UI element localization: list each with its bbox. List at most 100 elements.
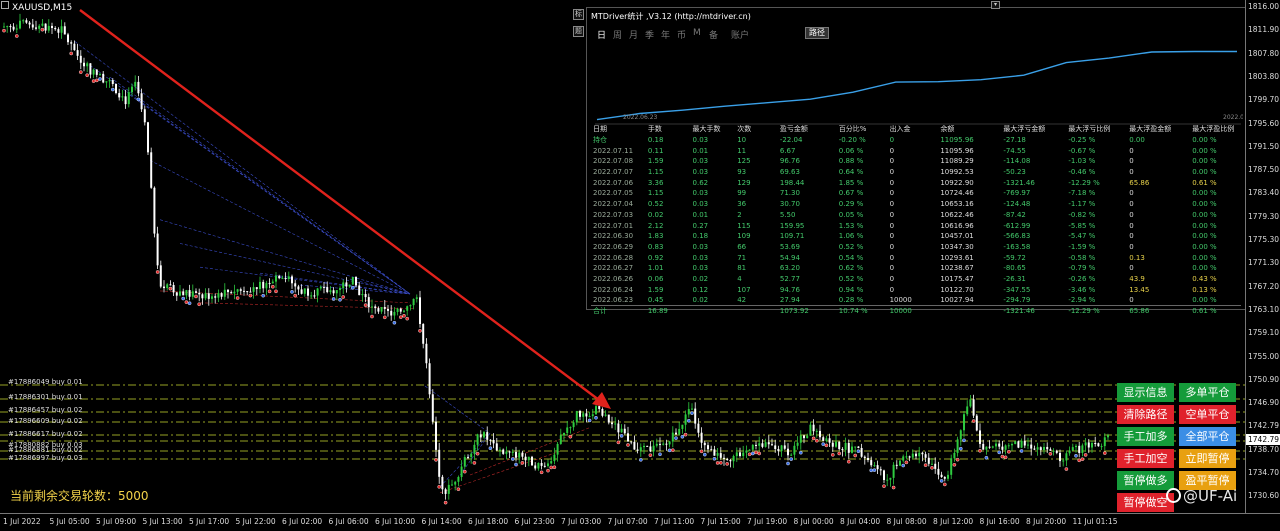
panel-tab[interactable]: 季 <box>645 28 654 41</box>
table-cell: -769.97 <box>1003 189 1031 198</box>
candle-body <box>169 284 172 286</box>
table-cell: 10293.61 <box>940 253 974 262</box>
control-button[interactable]: 手工加空 <box>1117 449 1174 468</box>
control-button[interactable]: 多单平仓 <box>1179 383 1236 402</box>
candle-body <box>83 62 85 67</box>
control-button[interactable]: 暂停做多 <box>1117 471 1174 490</box>
panel-tab[interactable]: 币 <box>677 28 686 41</box>
control-button[interactable]: 全部平仓 <box>1179 427 1236 446</box>
table-header: 最大浮亏金额 <box>1003 125 1046 134</box>
candle-body <box>924 454 927 458</box>
candle-body <box>431 394 434 422</box>
candle-body <box>291 276 293 284</box>
order-label: #17886997 buy 0.03 <box>8 454 83 462</box>
time-tick: 5 Jul 22:00 <box>235 517 276 526</box>
table-cell: 81 <box>737 264 747 273</box>
candle-body <box>406 306 409 311</box>
candle-body <box>259 281 261 290</box>
candle-body <box>617 423 620 433</box>
control-button[interactable]: 显示信息 <box>1117 383 1174 402</box>
candle-body <box>956 439 959 453</box>
candle-body <box>323 286 325 288</box>
trade-marker <box>939 479 944 483</box>
path-button[interactable]: 路径 <box>805 27 829 39</box>
candle-body <box>1071 447 1074 451</box>
trade-marker <box>462 469 467 474</box>
table-row: 2022.06.27 1.01 0.03 81 63.20 0.62 % 0 10238.67… <box>591 263 1241 274</box>
candle-body <box>649 446 652 452</box>
candle-body <box>275 275 277 282</box>
candle-body <box>995 443 997 447</box>
time-tick: 5 Jul 13:00 <box>142 517 183 526</box>
mtdriver-stats-panel[interactable]: MTDriver统计 ,V3.12 (http://mtdriver.cn) 日… <box>586 7 1246 317</box>
panel-tab[interactable]: 日 <box>597 28 606 41</box>
table-cell: 10622.46 <box>940 210 974 219</box>
price-tick: 1787.50 <box>1248 165 1280 175</box>
trade-marker <box>1103 451 1107 455</box>
trade-marker <box>267 289 272 294</box>
candle-body <box>265 283 268 289</box>
candle-body <box>217 293 220 298</box>
trade-marker <box>747 452 752 457</box>
candle-body <box>185 290 188 296</box>
candle-body <box>15 28 18 30</box>
panel-tab[interactable]: 月 <box>629 28 638 41</box>
candle-body <box>51 25 53 29</box>
table-cell: 1.15 <box>647 168 664 177</box>
table-cell: 71 <box>737 253 747 262</box>
panel-tab[interactable]: 账户 <box>731 28 749 41</box>
panel-tab[interactable]: 周 <box>613 28 622 41</box>
candle-body <box>742 452 745 457</box>
candle-body <box>947 474 949 479</box>
chart-menu-box[interactable] <box>1 1 9 9</box>
trade-marker <box>847 459 851 464</box>
candle-body <box>668 441 671 445</box>
table-cell: 2022.06.30 <box>593 232 634 241</box>
time-tick: 5 Jul 05:00 <box>49 517 90 526</box>
price-tick: 1811.90 <box>1248 25 1280 35</box>
trade-marker <box>398 315 403 319</box>
candle-body <box>428 363 431 395</box>
candle-body <box>911 453 914 458</box>
trade-marker <box>363 303 368 307</box>
trade-marker <box>699 449 704 454</box>
table-header: 出入金 <box>889 125 911 134</box>
control-button[interactable]: 空单平仓 <box>1179 405 1236 424</box>
candle-body <box>1030 444 1033 449</box>
table-cell: 159.95 <box>779 221 805 230</box>
candle-body <box>860 447 863 457</box>
candle-body <box>447 484 450 494</box>
table-row: 2022.06.26 0.06 0.02 4 52.77 0.52 % 0 10175.47 -… <box>591 274 1241 285</box>
table-cell: 0.02 <box>692 274 709 283</box>
trade-marker <box>882 484 886 488</box>
price-tick: 1771.30 <box>1248 258 1280 268</box>
candle-body <box>399 308 402 312</box>
candle-body <box>940 474 943 477</box>
panel-title-button[interactable]: 题 <box>573 26 584 37</box>
candle-body <box>934 463 937 469</box>
panel-toggle-button[interactable]: 标 <box>573 9 584 20</box>
candle-body <box>99 73 101 75</box>
panel-close-icon[interactable]: ▾ <box>991 1 1000 9</box>
trade-marker <box>2 28 6 33</box>
table-cell: 0 <box>889 146 895 155</box>
panel-tab[interactable]: M <box>693 28 701 38</box>
table-cell: 11089.29 <box>940 157 974 166</box>
control-button[interactable]: 立即暂停 <box>1179 449 1236 468</box>
trade-marker <box>402 313 406 318</box>
control-button[interactable]: 手工加多 <box>1117 427 1174 446</box>
table-header: 余额 <box>940 125 955 134</box>
candle-body <box>300 289 303 294</box>
panel-tab[interactable]: 年 <box>661 28 670 41</box>
candle-body <box>588 416 591 418</box>
table-row: 2022.07.11 0.11 0.01 11 6.67 0.06 % 0 11095.96 -… <box>591 145 1241 156</box>
control-button[interactable]: 清除路径 <box>1117 405 1174 424</box>
candle-body <box>559 435 562 444</box>
candle-body <box>963 414 965 431</box>
candle-body <box>793 445 796 455</box>
panel-tab[interactable]: 备 <box>709 28 718 41</box>
table-row: 2022.06.24 1.59 0.12 107 94.76 0.94 % 0 10122.7… <box>591 284 1241 295</box>
candle-body <box>3 26 5 28</box>
candle-body <box>719 453 722 458</box>
time-tick: 6 Jul 10:00 <box>375 517 416 526</box>
